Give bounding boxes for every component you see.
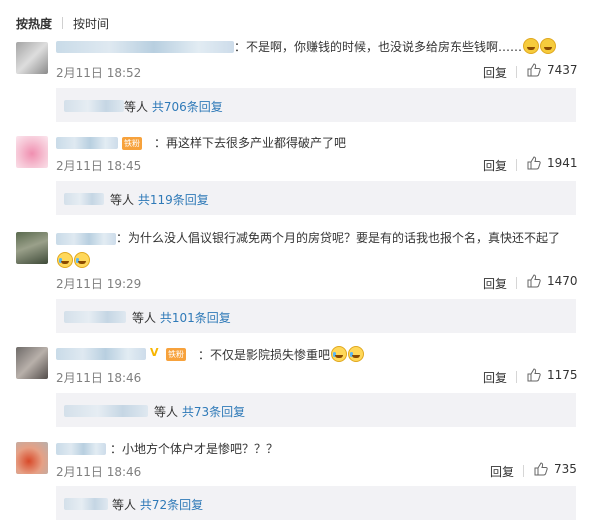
comment-text: ：为什么没人倡议银行减免两个月的房贷呢？要是有的话我也报个名，真快还不起了 bbox=[116, 230, 560, 246]
reply-button[interactable]: 回复 bbox=[483, 64, 507, 81]
like-button[interactable]: 1175 bbox=[527, 368, 578, 382]
like-count: 7437 bbox=[547, 63, 578, 77]
like-button[interactable]: 7437 bbox=[527, 63, 578, 77]
divider bbox=[523, 465, 524, 477]
like-button[interactable]: 1941 bbox=[527, 156, 578, 170]
comment-text-content: ：为什么没人倡议银行减免两个月的房贷呢？要是有的话我也报个名，真快还不起了 bbox=[116, 231, 561, 245]
replies-summary-text: 等人 共72条回复 bbox=[112, 496, 203, 513]
verified-icon: V bbox=[150, 346, 159, 359]
divider bbox=[516, 66, 517, 78]
comment-text: ：小地方个体户才是惨吧？？？ bbox=[110, 442, 279, 456]
thumbs-up-icon bbox=[534, 462, 548, 476]
replies-count-link[interactable]: 共119条回复 bbox=[138, 193, 209, 207]
like-count: 1941 bbox=[547, 156, 578, 170]
laugh-emoji-icon bbox=[540, 38, 557, 54]
avatar[interactable] bbox=[16, 232, 48, 264]
replies-count-link[interactable]: 共73条回复 bbox=[182, 405, 245, 419]
comment-text-content: ：不是啊，你赚钱的时候，也没说多给房东些钱啊…… bbox=[234, 40, 523, 54]
comment-text: ：不仅是影院损失惨重吧 bbox=[198, 346, 365, 363]
replier-names-blurred bbox=[64, 100, 124, 112]
replies-count-link[interactable]: 共706条回复 bbox=[152, 100, 223, 114]
username-blurred[interactable] bbox=[56, 348, 146, 360]
avatar[interactable] bbox=[16, 442, 48, 474]
replier-names-blurred bbox=[64, 311, 126, 323]
like-count: 735 bbox=[554, 462, 577, 476]
replies-prefix: 等人 bbox=[112, 498, 137, 512]
sort-bar: 按热度 按时间 bbox=[16, 14, 109, 32]
comment-text-content: ：不仅是影院损失惨重吧 bbox=[198, 348, 331, 362]
reply-button[interactable]: 回复 bbox=[483, 157, 507, 174]
comment-time: 2月11日 18:52 bbox=[56, 66, 142, 80]
thumbs-up-icon bbox=[527, 274, 541, 288]
username-blurred[interactable] bbox=[56, 137, 118, 149]
laugh-emoji-icon bbox=[523, 38, 540, 54]
sort-by-hot-tab[interactable]: 按热度 bbox=[16, 15, 52, 32]
replies-summary-text: 等人 共119条回复 bbox=[110, 191, 209, 208]
divider bbox=[62, 17, 64, 29]
replier-names-blurred bbox=[64, 405, 148, 417]
replies-count-link[interactable]: 共72条回复 bbox=[140, 498, 203, 512]
replies-summary[interactable]: 等人 共101条回复 bbox=[56, 299, 576, 333]
replies-summary[interactable]: 等人 共119条回复 bbox=[56, 181, 576, 215]
replies-prefix: 等人 bbox=[154, 405, 179, 419]
comment-text: ：再这样下去很多产业都得破产了吧 bbox=[154, 136, 347, 150]
avatar[interactable] bbox=[16, 347, 48, 379]
divider bbox=[516, 277, 517, 289]
comment-time: 2月11日 18:46 bbox=[56, 465, 142, 479]
like-count: 1175 bbox=[547, 368, 578, 382]
avatar[interactable] bbox=[16, 42, 48, 74]
replies-prefix: 等人 bbox=[110, 193, 135, 207]
thumbs-up-icon bbox=[527, 156, 541, 170]
username-blurred[interactable] bbox=[56, 41, 234, 53]
replier-names-blurred bbox=[64, 193, 104, 205]
like-button[interactable]: 1470 bbox=[527, 274, 578, 288]
username-blurred[interactable] bbox=[56, 233, 116, 245]
divider bbox=[516, 159, 517, 171]
replies-summary[interactable]: 等人 共706条回复 bbox=[56, 88, 576, 122]
like-button[interactable]: 735 bbox=[534, 462, 577, 476]
replies-prefix: 等人 bbox=[124, 100, 149, 114]
replier-names-blurred bbox=[64, 498, 108, 510]
thumbs-up-icon bbox=[527, 368, 541, 382]
member-badge: 铁粉 bbox=[166, 348, 186, 361]
replies-prefix: 等人 bbox=[132, 311, 157, 325]
comment-emoji-line bbox=[56, 252, 90, 269]
cry-laugh-emoji-icon bbox=[348, 346, 365, 362]
divider bbox=[516, 371, 517, 383]
reply-button[interactable]: 回复 bbox=[483, 275, 507, 292]
cry-laugh-emoji-icon bbox=[57, 252, 73, 268]
reply-button[interactable]: 回复 bbox=[483, 369, 507, 386]
cry-laugh-emoji-icon bbox=[74, 252, 90, 268]
comment-time: 2月11日 18:46 bbox=[56, 371, 142, 385]
replies-summary-text: 等人 共101条回复 bbox=[132, 309, 231, 326]
member-badge: 铁粉 bbox=[122, 137, 142, 150]
like-count: 1470 bbox=[547, 274, 578, 288]
replies-summary-text: 等人 共706条回复 bbox=[124, 98, 223, 115]
replies-summary-text: 等人 共73条回复 bbox=[154, 403, 245, 420]
replies-count-link[interactable]: 共101条回复 bbox=[160, 311, 231, 325]
reply-button[interactable]: 回复 bbox=[490, 463, 514, 480]
comment-time: 2月11日 19:29 bbox=[56, 277, 142, 291]
sort-by-time-tab[interactable]: 按时间 bbox=[73, 15, 109, 32]
comment-text: ：不是啊，你赚钱的时候，也没说多给房东些钱啊…… bbox=[234, 38, 557, 55]
avatar[interactable] bbox=[16, 136, 48, 168]
comment-time: 2月11日 18:45 bbox=[56, 159, 142, 173]
thumbs-up-icon bbox=[527, 63, 541, 77]
replies-summary[interactable]: 等人 共72条回复 bbox=[56, 486, 576, 520]
replies-summary[interactable]: 等人 共73条回复 bbox=[56, 393, 576, 427]
username-blurred[interactable] bbox=[56, 443, 106, 455]
cry-laugh-emoji-icon bbox=[331, 346, 348, 362]
